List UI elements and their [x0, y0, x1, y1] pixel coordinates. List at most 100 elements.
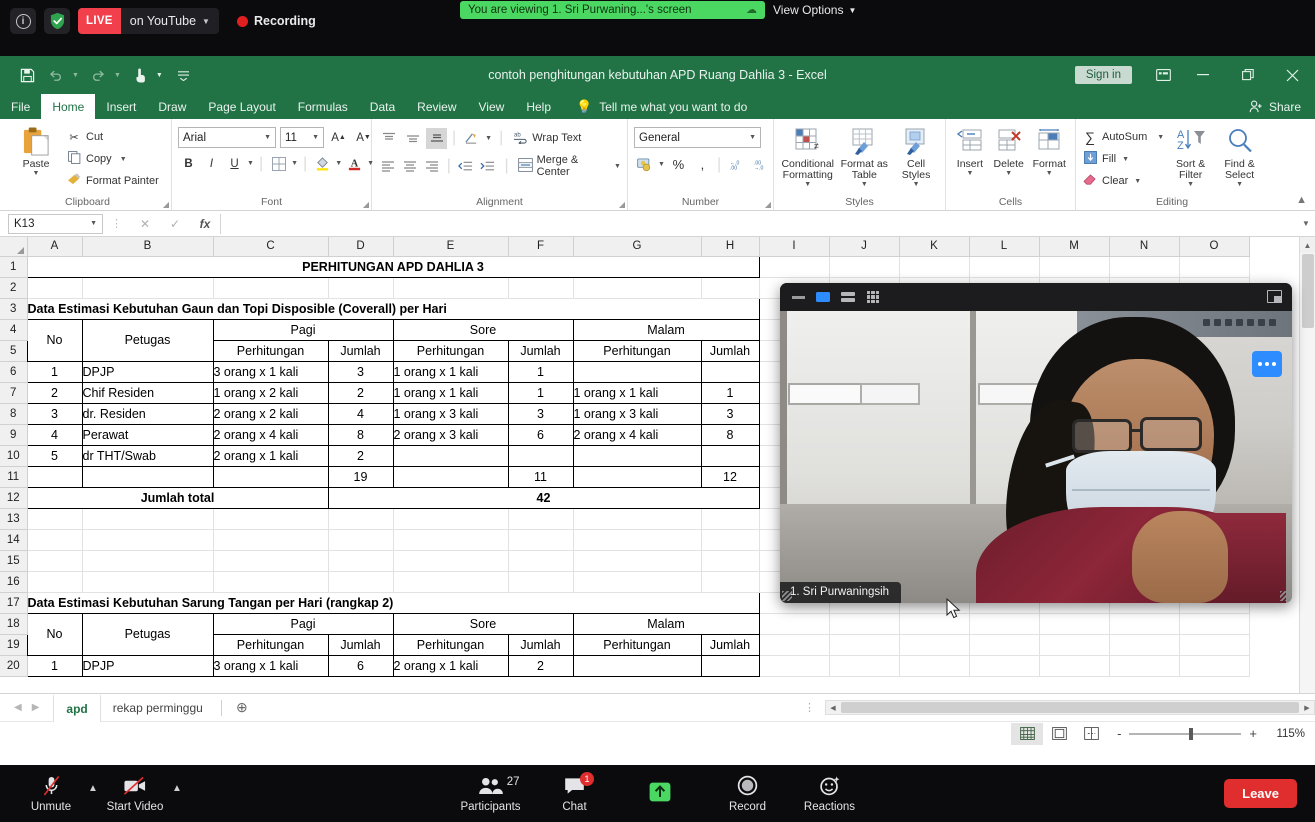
grid-cell-D7[interactable]: 2	[327, 381, 394, 404]
undo-dropdown-icon[interactable]: ▼	[72, 72, 82, 79]
grid-cell-D12[interactable]: 42	[327, 486, 760, 509]
grid-cell-O20[interactable]	[1179, 655, 1250, 677]
grid-cell-C20[interactable]: 3 orang x 1 kali	[212, 654, 329, 677]
copy-dropdown-icon[interactable]: ▼	[120, 156, 127, 163]
font-size-select[interactable]: 11 ▼	[280, 127, 324, 148]
scroll-up-icon[interactable]: ▲	[1300, 237, 1315, 253]
row-header-8[interactable]: 8	[0, 403, 28, 425]
grid-cell-F19[interactable]: Jumlah	[507, 633, 574, 656]
grid-cell-B7[interactable]: Chif Residen	[81, 381, 214, 404]
grid-cell-B14[interactable]	[82, 529, 214, 551]
grid-cell-C15[interactable]	[213, 550, 329, 572]
row-header-1[interactable]: 1	[0, 256, 28, 278]
table-row[interactable]: 18 No Petugas Pagi Sore Malam	[0, 612, 1250, 656]
grid-cell-C14[interactable]	[213, 529, 329, 551]
grid-cell-G20[interactable]	[572, 654, 702, 677]
comma-style-button[interactable]: ,	[692, 154, 713, 175]
gallery-view-icon[interactable]	[865, 290, 881, 304]
column-header-g[interactable]: G	[573, 237, 702, 257]
cell-styles-button[interactable]: Cell Styles ▼	[893, 123, 939, 188]
redo-icon[interactable]	[85, 63, 111, 87]
grid-cell-F10[interactable]	[507, 444, 574, 467]
horizontal-scrollbar[interactable]: ◀ ▶	[825, 700, 1315, 715]
row-header-17[interactable]: 17	[0, 592, 28, 614]
vertical-scroll-thumb[interactable]	[1302, 254, 1314, 328]
horizontal-scroll-thumb[interactable]	[841, 702, 1299, 713]
restore-icon[interactable]	[1225, 56, 1270, 94]
resize-handle-bottom-right[interactable]	[1280, 591, 1290, 601]
grid-cell-K1[interactable]	[899, 256, 970, 278]
row-header-6[interactable]: 6	[0, 361, 28, 383]
sort-filter-button[interactable]: AZ Sort & Filter ▼	[1168, 123, 1213, 188]
record-button[interactable]: Record	[717, 765, 779, 822]
grid-cell-B6[interactable]: DPJP	[81, 360, 214, 383]
next-sheet-icon[interactable]: ▶	[32, 702, 40, 713]
grid-cell-E5[interactable]: Perhitungan	[392, 339, 509, 362]
grid-cell-F16[interactable]	[508, 571, 574, 593]
customize-qat-icon[interactable]	[171, 63, 197, 87]
grid-cell-H8[interactable]: 3	[700, 402, 760, 425]
grid-cell-C10[interactable]: 2 orang x 1 kali	[212, 444, 329, 467]
video-options-caret[interactable]: ▲	[168, 765, 186, 822]
column-header-h[interactable]: H	[701, 237, 760, 257]
delete-cells-dropdown-icon[interactable]: ▼	[1005, 170, 1012, 177]
grid-cell-F14[interactable]	[508, 529, 574, 551]
increase-indent-icon[interactable]	[478, 156, 497, 177]
decrease-font-size-icon[interactable]: A ▼	[353, 127, 374, 148]
grid-cell-C6[interactable]: 3 orang x 1 kali	[212, 360, 329, 383]
row-header-12[interactable]: 12	[0, 487, 28, 509]
column-header-f[interactable]: F	[508, 237, 574, 257]
row-header-4[interactable]: 4	[0, 319, 28, 341]
grid-cell-B4[interactable]: Petugas	[81, 318, 214, 362]
wrap-text-button[interactable]: ab Wrap Text	[512, 127, 581, 149]
grid-cell-D10[interactable]: 2	[327, 444, 394, 467]
grid-cell-A16[interactable]	[27, 571, 83, 593]
format-cells-button[interactable]: Format ▼	[1030, 123, 1069, 177]
share-button[interactable]: Share	[1249, 94, 1301, 119]
zoom-out-button[interactable]: -	[1117, 726, 1121, 741]
align-right-icon[interactable]	[423, 156, 442, 177]
find-select-dropdown-icon[interactable]: ▼	[1236, 181, 1243, 188]
number-dialog-launcher-icon[interactable]: ◢	[765, 200, 771, 209]
align-middle-icon[interactable]	[402, 128, 423, 149]
zoom-slider-knob[interactable]	[1189, 727, 1194, 740]
grid-cell-M1[interactable]	[1039, 256, 1110, 278]
grid-cell-I19[interactable]	[759, 634, 830, 656]
grid-cell-B11[interactable]	[81, 465, 214, 488]
fill-color-dropdown-icon[interactable]: ▼	[335, 160, 342, 167]
vertical-scrollbar[interactable]: ▲	[1299, 237, 1315, 693]
grid-cell-D6[interactable]: 3	[327, 360, 394, 383]
tab-draw[interactable]: Draw	[147, 94, 197, 119]
grid-cell-H20[interactable]	[700, 654, 760, 677]
grid-cell-H6[interactable]	[700, 360, 760, 383]
leave-button[interactable]: Leave	[1224, 779, 1297, 808]
grid-cell-C8[interactable]: 2 orang x 2 kali	[212, 402, 329, 425]
grid-cell-D5[interactable]: Jumlah	[327, 339, 394, 362]
grid-cell-O1[interactable]	[1179, 256, 1250, 278]
grid-cell-G19[interactable]: Perhitungan	[572, 633, 702, 656]
row-header-5[interactable]: 5	[0, 340, 28, 362]
save-icon[interactable]	[14, 63, 40, 87]
column-header-j[interactable]: J	[829, 237, 900, 257]
clear-button[interactable]: Clear ▼	[1082, 170, 1164, 192]
grid-cell-E11[interactable]	[392, 465, 509, 488]
grid-cell-G18[interactable]: Malam	[572, 612, 760, 635]
paste-button[interactable]: Paste ▼	[10, 123, 62, 177]
zoom-slider[interactable]	[1129, 727, 1242, 740]
grid-cell-H10[interactable]	[700, 444, 760, 467]
grid-cell-G13[interactable]	[573, 508, 702, 530]
clipboard-dialog-launcher-icon[interactable]: ◢	[163, 200, 169, 209]
grid-cell-I18[interactable]	[759, 613, 830, 635]
sheet-tab-rekap-perminggu[interactable]: rekap perminggu	[101, 694, 215, 722]
enter-icon[interactable]: ✓	[160, 217, 190, 231]
encryption-status-button[interactable]	[44, 8, 70, 34]
grid-cell-E10[interactable]	[392, 444, 509, 467]
merge-center-button[interactable]: Merge & Center ▼	[517, 154, 621, 178]
grid-cell-N20[interactable]	[1109, 655, 1180, 677]
fill-dropdown-icon[interactable]: ▼	[1122, 156, 1129, 163]
minimize-icon[interactable]	[790, 290, 806, 304]
increase-font-size-icon[interactable]: A ▲	[328, 127, 349, 148]
reactions-button[interactable]: Reactions	[793, 765, 867, 822]
row-header-15[interactable]: 15	[0, 550, 28, 572]
column-header-a[interactable]: A	[27, 237, 83, 257]
